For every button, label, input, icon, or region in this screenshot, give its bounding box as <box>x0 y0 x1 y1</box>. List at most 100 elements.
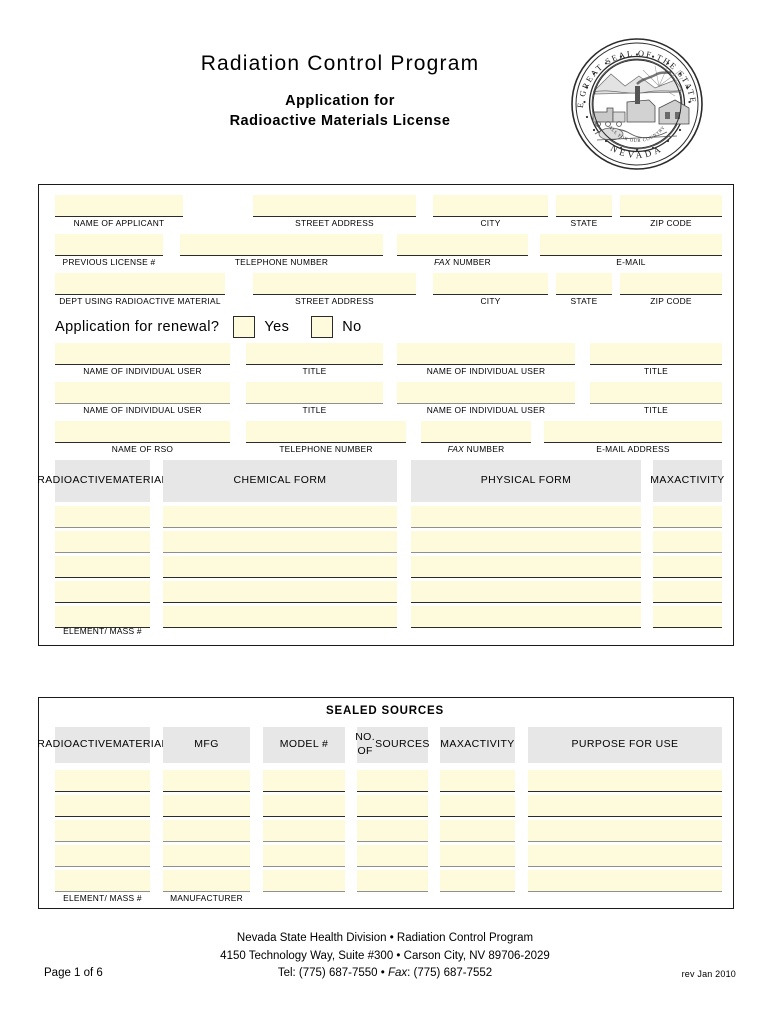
material-physical-form-input[interactable] <box>411 531 641 552</box>
material-physical-form-input[interactable] <box>411 506 641 527</box>
individual-user-2-name-input[interactable] <box>397 343 575 364</box>
material-max-activity-input[interactable] <box>653 531 722 552</box>
cell-rule <box>55 891 150 892</box>
individual-user-3-name-input[interactable] <box>55 382 230 403</box>
table-cell <box>55 820 150 842</box>
sealed-no-of-sources-input[interactable] <box>357 820 428 841</box>
sealed-radioactive-material-input[interactable] <box>55 820 150 841</box>
sealed-radioactive-material-input[interactable] <box>55 845 150 866</box>
cell-rule <box>163 866 250 867</box>
sealed-no-of-sources-input[interactable] <box>357 795 428 816</box>
material-radioactive-material-input[interactable] <box>55 556 150 577</box>
sealed-max-activity-input[interactable] <box>440 845 515 866</box>
material-chemical-form-input[interactable] <box>163 556 397 577</box>
rso-telephone-input[interactable] <box>246 421 406 442</box>
dept-zip-input[interactable] <box>620 273 722 294</box>
material-chemical-form-input[interactable] <box>163 606 397 627</box>
sealed-radioactive-material-input[interactable] <box>55 770 150 791</box>
rso-name-input[interactable] <box>55 421 230 442</box>
material-radioactive-material-input[interactable] <box>55 506 150 527</box>
applicant-fax-input[interactable] <box>397 234 528 255</box>
applicant-telephone-input[interactable] <box>180 234 383 255</box>
sealed-purpose-for-use-input[interactable] <box>528 870 722 891</box>
sealed-max-activity-input[interactable] <box>440 795 515 816</box>
sealed-radioactive-material-input[interactable] <box>55 795 150 816</box>
field-individual-user-2-name: NAME OF INDIVIDUAL USER <box>397 343 575 376</box>
previous-license-input[interactable] <box>55 234 163 255</box>
individual-user-4-name-input[interactable] <box>397 382 575 403</box>
sealed-purpose-for-use-input[interactable] <box>528 795 722 816</box>
sealed-mfg-input[interactable] <box>163 770 250 791</box>
sealed-model-input[interactable] <box>263 845 345 866</box>
sealed-purpose-for-use-input[interactable] <box>528 770 722 791</box>
renewal-yes-label: Yes <box>264 319 290 335</box>
sealed-no-of-sources-input[interactable] <box>357 845 428 866</box>
material-max-activity-input[interactable] <box>653 556 722 577</box>
sealed-purpose-for-use-input[interactable] <box>528 820 722 841</box>
name-of-applicant-input[interactable] <box>55 195 183 216</box>
material-physical-form-input[interactable] <box>411 606 641 627</box>
material-radioactive-material-input[interactable] <box>55 531 150 552</box>
footer-line-3: Tel: (775) 687-7550 • Fax: (775) 687-755… <box>0 965 770 983</box>
sealed-no-of-sources-input[interactable] <box>357 770 428 791</box>
material-physical-form-input[interactable] <box>411 581 641 602</box>
sealed-max-activity-input[interactable] <box>440 770 515 791</box>
table-cell <box>440 770 515 792</box>
dept-using-material-input[interactable] <box>55 273 225 294</box>
material-chemical-form-input[interactable] <box>163 581 397 602</box>
applicant-street-address-input[interactable] <box>253 195 416 216</box>
material-radioactive-material-input[interactable] <box>55 606 150 627</box>
applicant-email-input[interactable] <box>540 234 722 255</box>
cell-rule <box>357 891 428 892</box>
sealed-model-input[interactable] <box>263 870 345 891</box>
renewal-question-row: Application for renewal? Yes No <box>55 313 384 341</box>
dept-street-address-input[interactable] <box>253 273 416 294</box>
renewal-no-checkbox[interactable] <box>311 316 334 338</box>
rso-fax-input[interactable] <box>421 421 531 442</box>
table-cell <box>653 556 722 578</box>
field-rule <box>556 216 612 217</box>
sealed-model-input[interactable] <box>263 770 345 791</box>
material-max-activity-input[interactable] <box>653 606 722 627</box>
sealed-model-input[interactable] <box>263 820 345 841</box>
applicant-state-input[interactable] <box>556 195 612 216</box>
table-cell <box>163 531 397 553</box>
individual-user-3-title-input[interactable] <box>246 382 383 403</box>
field-caption: NAME OF INDIVIDUAL USER <box>426 366 546 376</box>
applicant-zip-input[interactable] <box>620 195 722 216</box>
table-cell <box>411 606 641 628</box>
material-header-max-activity: MAX ACTIVITY <box>650 460 724 502</box>
individual-user-1-name-input[interactable] <box>55 343 230 364</box>
sealed-no-of-sources-input[interactable] <box>357 870 428 891</box>
sealed-mfg-input[interactable] <box>163 870 250 891</box>
material-max-activity-input[interactable] <box>653 506 722 527</box>
individual-user-2-title-input[interactable] <box>590 343 722 364</box>
sealed-purpose-for-use-input[interactable] <box>528 845 722 866</box>
cell-rule <box>440 866 515 867</box>
dept-state-input[interactable] <box>556 273 612 294</box>
sealed-mfg-input[interactable] <box>163 820 250 841</box>
cell-rule <box>55 816 150 817</box>
material-max-activity-input[interactable] <box>653 581 722 602</box>
sealed-mfg-input[interactable] <box>163 845 250 866</box>
dept-city-input[interactable] <box>433 273 548 294</box>
nevada-state-seal-icon: THE GREAT SEAL OF THE STATE OF NEVADA AL… <box>563 30 703 170</box>
individual-user-4-title-input[interactable] <box>590 382 722 403</box>
material-physical-form-input[interactable] <box>411 556 641 577</box>
material-chemical-form-input[interactable] <box>163 531 397 552</box>
sealed-model-input[interactable] <box>263 795 345 816</box>
sealed-max-activity-input[interactable] <box>440 820 515 841</box>
sealed-radioactive-material-input[interactable] <box>55 870 150 891</box>
renewal-yes-checkbox[interactable] <box>233 316 256 338</box>
sealed-mfg-input[interactable] <box>163 795 250 816</box>
cell-rule <box>55 552 150 553</box>
footer-tel-part: Tel: (775) 687-7550 • <box>277 967 388 979</box>
material-radioactive-material-input[interactable] <box>55 581 150 602</box>
field-rule <box>253 216 416 217</box>
sealed-max-activity-input[interactable] <box>440 870 515 891</box>
material-chemical-form-input[interactable] <box>163 506 397 527</box>
field-rule <box>246 442 406 443</box>
individual-user-1-title-input[interactable] <box>246 343 383 364</box>
rso-email-input[interactable] <box>544 421 722 442</box>
applicant-city-input[interactable] <box>433 195 548 216</box>
